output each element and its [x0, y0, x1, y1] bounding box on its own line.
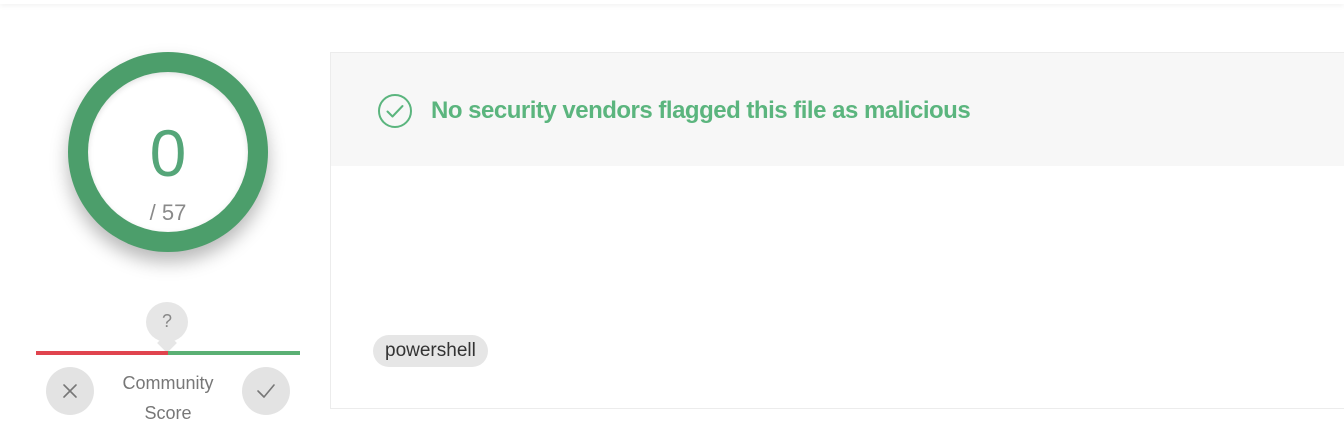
check-icon: [257, 384, 275, 398]
vote-malicious-button[interactable]: [46, 367, 94, 415]
detection-score-ring: 0 / 57: [68, 52, 268, 252]
verdict-text: No security vendors flagged this file as…: [431, 97, 971, 124]
community-score-negative-bar: [36, 351, 168, 355]
top-bar: [0, 0, 1344, 4]
check-circle-icon: [378, 94, 412, 128]
community-score-label: Community Score: [122, 373, 214, 423]
vote-harmless-button[interactable]: [242, 367, 290, 415]
detection-total: / 57: [149, 200, 187, 225]
analysis-summary-panel: No security vendors flagged this file as…: [330, 52, 1344, 409]
x-icon: [63, 384, 77, 398]
community-score-value: ?: [161, 311, 172, 331]
community-score-badge: ?: [146, 302, 188, 342]
verdict-banner: No security vendors flagged this file as…: [331, 53, 1344, 166]
tag-powershell[interactable]: powershell: [373, 335, 488, 367]
detection-count: 0: [149, 116, 187, 190]
detection-score-inner: 0 / 57: [88, 72, 248, 232]
community-score-positive-bar: [168, 351, 300, 355]
